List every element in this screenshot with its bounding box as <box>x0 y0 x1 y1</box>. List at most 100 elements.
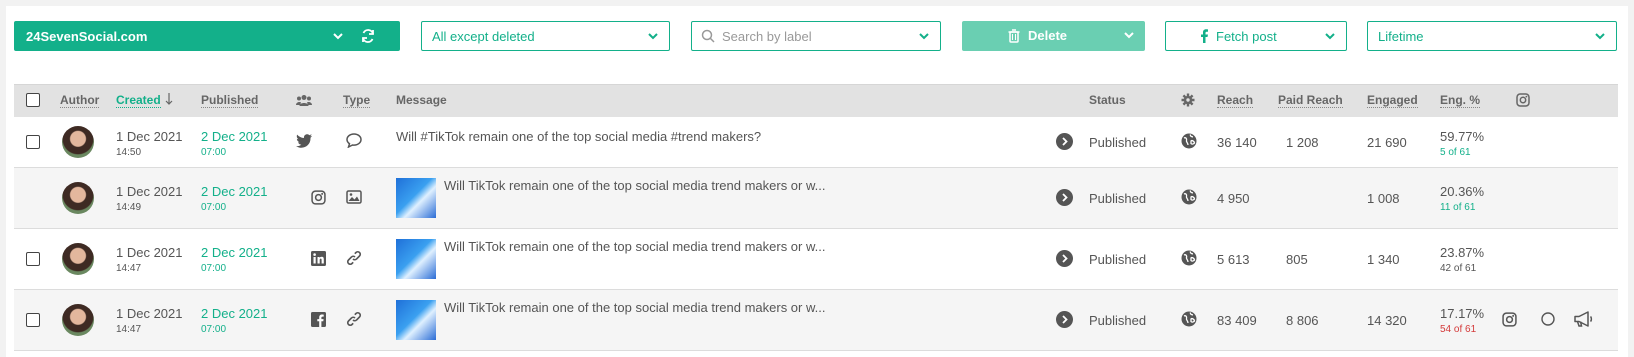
avatar <box>62 304 94 336</box>
chevron-right-circle-icon[interactable] <box>1056 189 1073 209</box>
column-author[interactable]: Author <box>60 94 100 108</box>
engaged-value: 1 008 <box>1367 191 1400 206</box>
account-selector[interactable]: 24SevenSocial.com <box>14 21 400 51</box>
published-date: 2 Dec 2021 <box>201 184 268 199</box>
created-date: 1 Dec 2021 <box>116 245 183 260</box>
facebook-icon <box>1200 29 1208 43</box>
linkedin-icon <box>311 251 326 269</box>
engaged-value: 14 320 <box>1367 313 1407 328</box>
chevron-right-circle-icon[interactable] <box>1056 311 1073 331</box>
post-thumbnail[interactable] <box>396 178 436 218</box>
created-time: 14:50 <box>116 147 142 158</box>
globe-icon <box>1181 133 1197 152</box>
post-message[interactable]: Will TikTok remain one of the top social… <box>444 178 826 193</box>
column-paid-reach[interactable]: Paid Reach <box>1278 94 1343 108</box>
fetch-post-label: Fetch post <box>1216 29 1277 44</box>
created-date: 1 Dec 2021 <box>116 184 183 199</box>
status-text: Published <box>1089 135 1147 150</box>
post-thumbnail[interactable] <box>396 239 436 279</box>
globe-icon <box>1181 189 1197 208</box>
column-created[interactable]: Created <box>116 94 161 108</box>
created-time: 14:47 <box>116 324 142 335</box>
status-text: Published <box>1089 252 1147 267</box>
chevron-down-icon[interactable] <box>1123 29 1135 41</box>
instagram-icon[interactable] <box>1502 312 1517 330</box>
post-message[interactable]: Will TikTok remain one of the top social… <box>444 239 826 254</box>
delete-button[interactable]: Delete <box>962 21 1145 51</box>
chevron-down-icon <box>647 30 659 42</box>
search-placeholder: Search by label <box>722 28 812 44</box>
label-search-input[interactable]: Search by label <box>691 21 941 51</box>
gear-icon <box>1181 93 1195 110</box>
status-text: Published <box>1089 191 1147 206</box>
reach-value: 36 140 <box>1217 135 1257 150</box>
select-all-checkbox[interactable] <box>26 93 40 107</box>
twitter-icon <box>296 134 312 151</box>
eng-pct-value: 17.17% <box>1440 306 1485 321</box>
eng-pct-value: 20.36% <box>1440 184 1485 199</box>
chevron-down-icon <box>1594 30 1606 42</box>
link-icon <box>346 311 362 330</box>
post-message[interactable]: Will #TikTok remain one of the top socia… <box>396 129 761 144</box>
comment-icon <box>346 133 362 151</box>
column-type[interactable]: Type <box>343 94 371 108</box>
row-checkbox[interactable] <box>26 313 40 327</box>
globe-icon <box>1181 250 1197 269</box>
avatar <box>62 243 94 275</box>
chevron-down-icon <box>332 30 344 42</box>
created-time: 14:49 <box>116 202 142 213</box>
delete-label: Delete <box>1028 28 1068 43</box>
rank-text: 11 of 61 <box>1440 202 1476 213</box>
chevron-down-icon <box>918 30 930 42</box>
engaged-value: 1 340 <box>1367 252 1400 267</box>
status-text: Published <box>1089 313 1147 328</box>
table-row[interactable]: 1 Dec 2021 14:50 2 Dec 2021 07:00 Will #… <box>14 117 1618 168</box>
published-date: 2 Dec 2021 <box>201 245 268 260</box>
column-published[interactable]: Published <box>201 94 259 108</box>
instagram-icon <box>1516 93 1530 110</box>
megaphone-icon[interactable] <box>1574 311 1594 330</box>
reach-value: 83 409 <box>1217 313 1257 328</box>
row-checkbox[interactable] <box>26 252 40 266</box>
rank-text: 42 of 61 <box>1440 263 1477 274</box>
column-engaged[interactable]: Engaged <box>1367 94 1418 108</box>
fetch-post-button[interactable]: Fetch post <box>1165 21 1347 51</box>
rank-text: 54 of 61 <box>1440 324 1477 335</box>
published-time: 07:00 <box>201 324 227 335</box>
column-reach[interactable]: Reach <box>1217 94 1254 108</box>
post-filter-value: All except deleted <box>432 28 535 44</box>
circle-icon[interactable] <box>1541 312 1555 329</box>
post-thumbnail[interactable] <box>396 300 436 340</box>
table-row[interactable]: 1 Dec 2021 14:49 2 Dec 2021 07:00 Will T… <box>14 168 1618 229</box>
instagram-icon <box>311 190 326 208</box>
eng-pct-value: 23.87% <box>1440 245 1485 260</box>
link-icon <box>346 250 362 269</box>
table-row[interactable]: 1 Dec 2021 14:47 2 Dec 2021 07:00 Will T… <box>14 229 1618 290</box>
created-date: 1 Dec 2021 <box>116 306 183 321</box>
post-filter-dropdown[interactable]: All except deleted <box>421 21 670 51</box>
table-row[interactable]: 1 Dec 2021 14:47 2 Dec 2021 07:00 Will T… <box>14 290 1618 351</box>
period-dropdown[interactable]: Lifetime <box>1367 21 1617 51</box>
reach-value: 5 613 <box>1217 252 1250 267</box>
published-date: 2 Dec 2021 <box>201 129 268 144</box>
post-message[interactable]: Will TikTok remain one of the top social… <box>444 300 826 315</box>
globe-icon <box>1181 311 1197 330</box>
chevron-right-circle-icon[interactable] <box>1056 250 1073 270</box>
column-eng-pct[interactable]: Eng. % <box>1440 94 1481 108</box>
refresh-icon[interactable] <box>360 28 376 44</box>
reach-value: 4 950 <box>1217 191 1250 206</box>
published-time: 07:00 <box>201 147 227 158</box>
facebook-icon <box>311 312 326 330</box>
trash-icon <box>1008 29 1020 43</box>
published-time: 07:00 <box>201 263 227 274</box>
image-icon <box>346 190 362 207</box>
avatar <box>62 126 94 158</box>
created-time: 14:47 <box>116 263 142 274</box>
paid-reach-value: 1 208 <box>1286 135 1319 150</box>
engaged-value: 21 690 <box>1367 135 1407 150</box>
avatar <box>62 182 94 214</box>
chevron-right-circle-icon[interactable] <box>1056 133 1073 153</box>
paid-reach-value: 805 <box>1286 252 1308 267</box>
row-checkbox[interactable] <box>26 135 40 149</box>
paid-reach-value: 8 806 <box>1286 313 1319 328</box>
